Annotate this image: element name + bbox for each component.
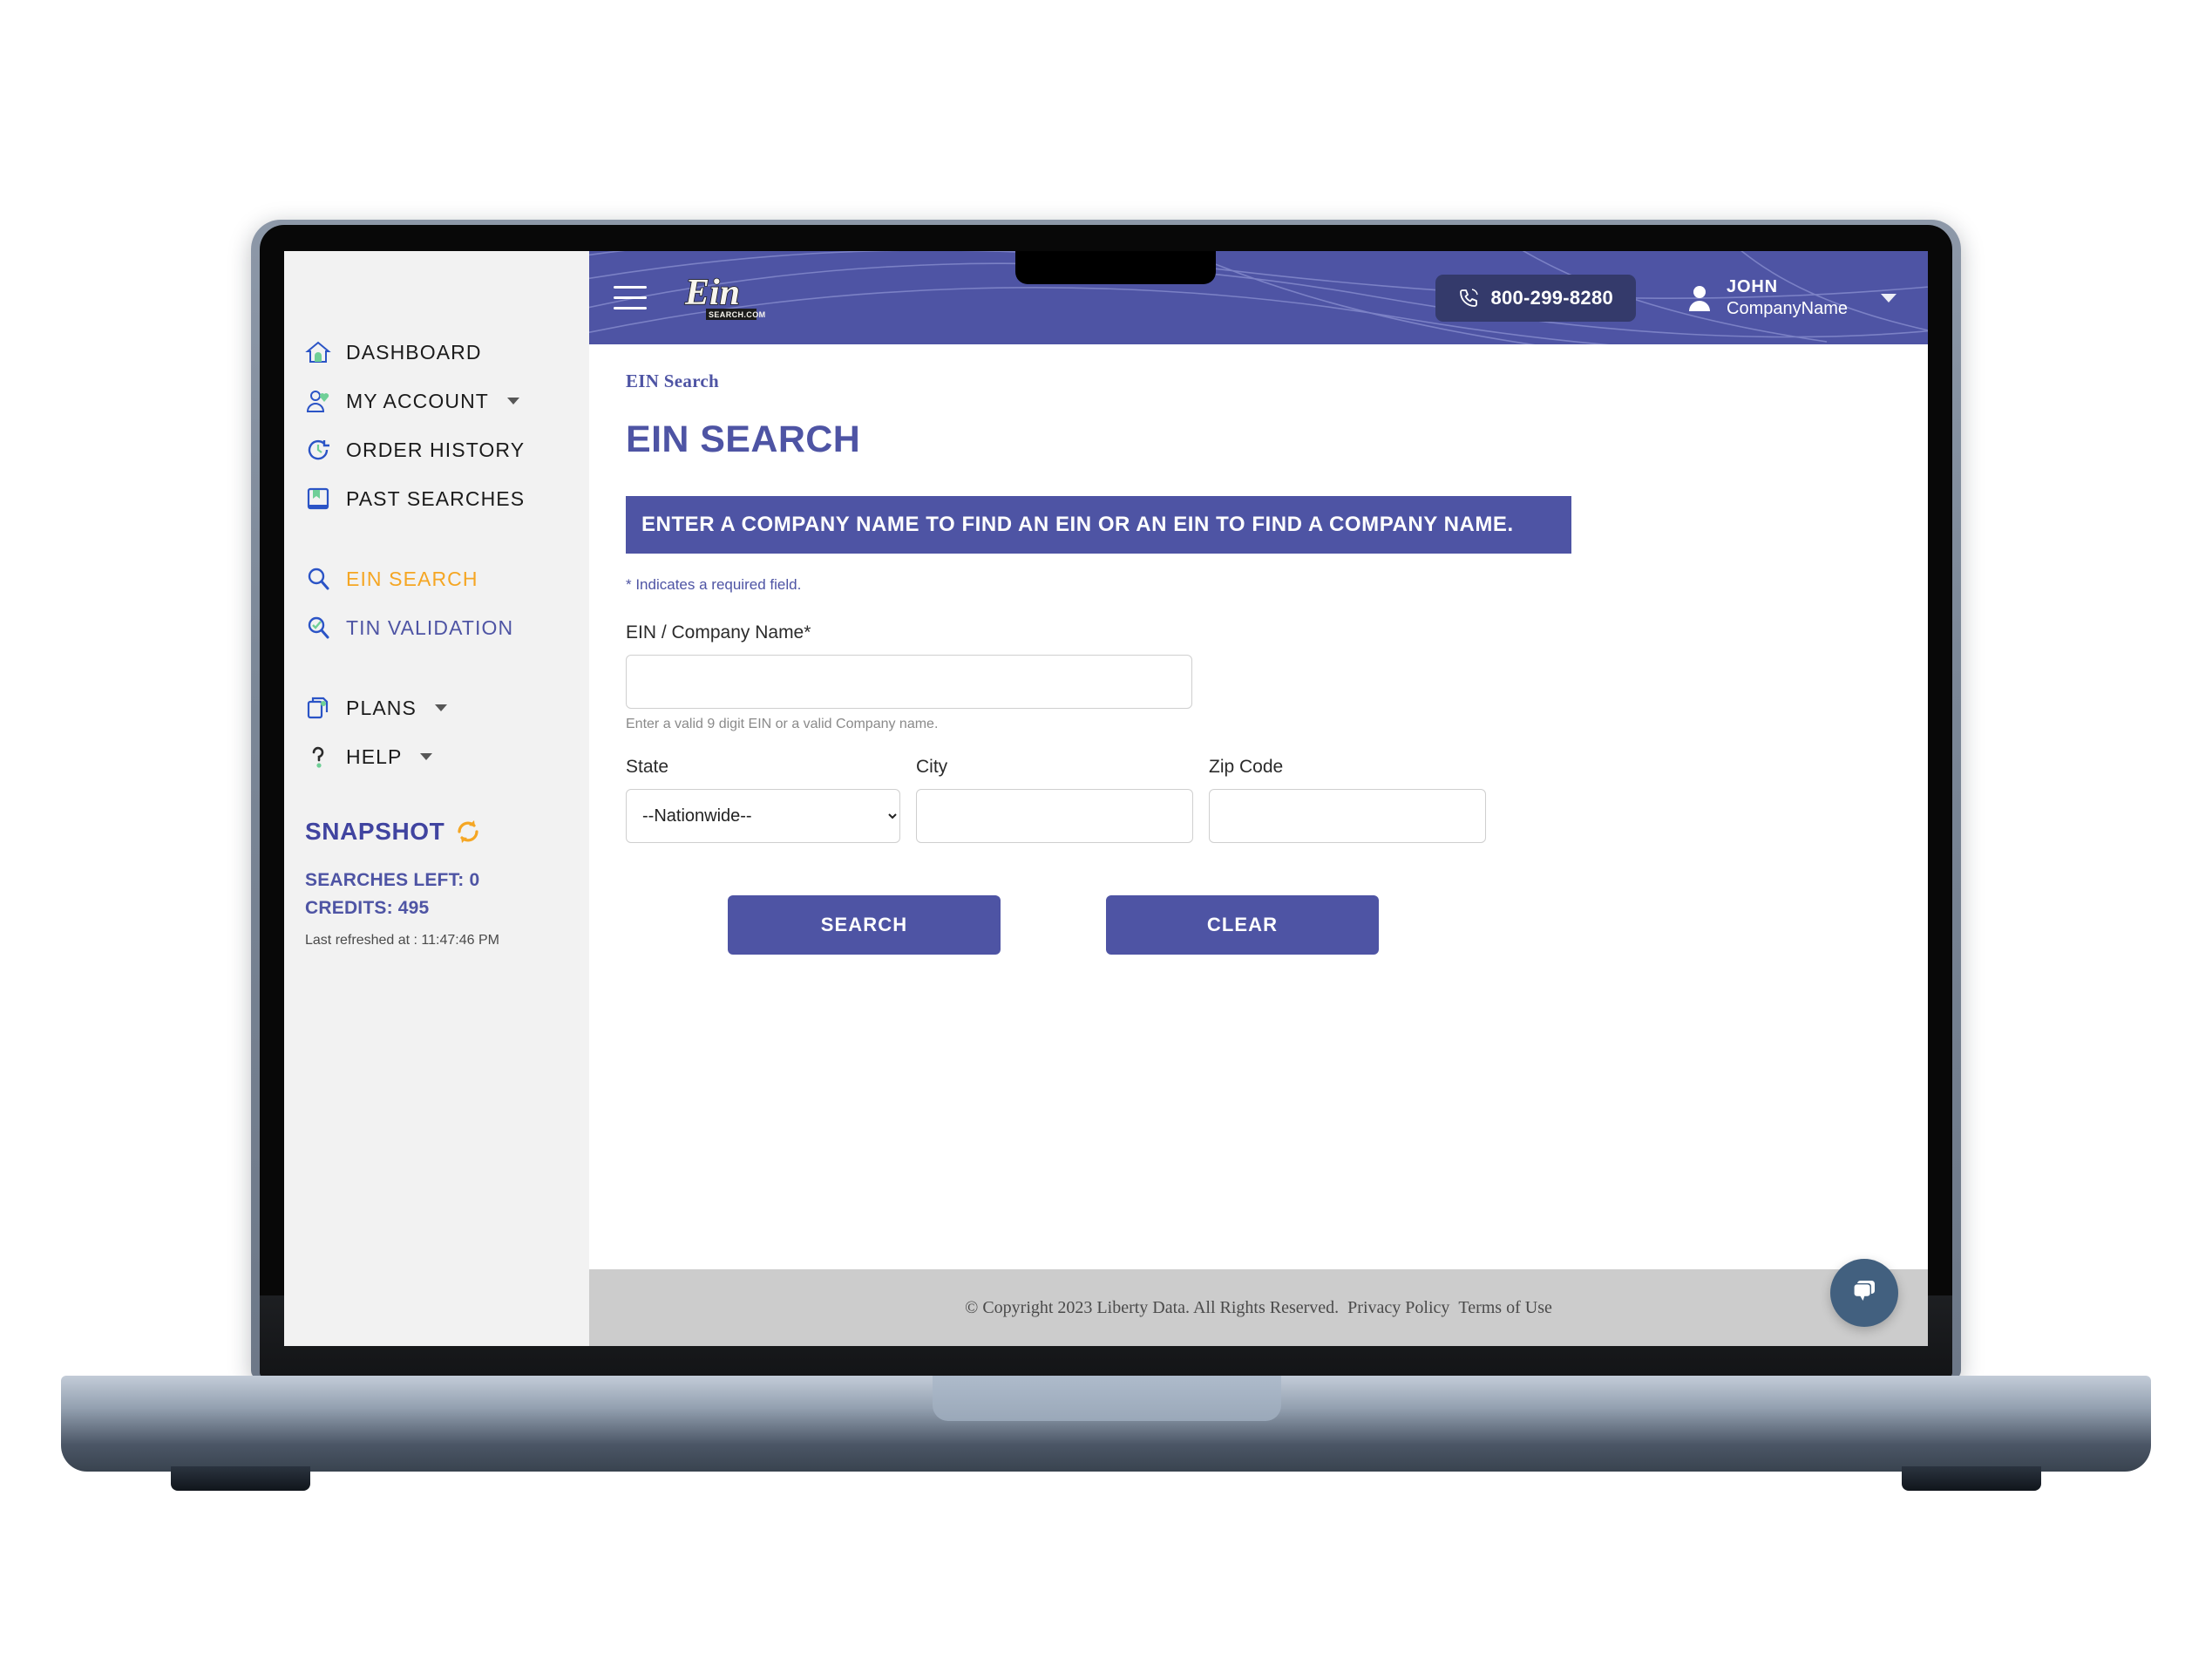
home-icon bbox=[305, 339, 331, 365]
privacy-policy-link[interactable]: Privacy Policy bbox=[1347, 1298, 1449, 1318]
chat-bubble-icon bbox=[1853, 1281, 1875, 1301]
searches-left-value: SEARCHES LEFT: 0 bbox=[305, 870, 480, 890]
sidebar-item-label: DASHBOARD bbox=[346, 340, 482, 364]
state-label: State bbox=[626, 757, 669, 777]
sidebar-item-tin-validation[interactable]: TIN VALIDATION bbox=[284, 603, 589, 652]
svg-text:Ein: Ein bbox=[684, 273, 740, 313]
refresh-icon[interactable] bbox=[455, 819, 481, 845]
app-page: DASHBOARD MY ACCOUNT ORDER HISTORY PAST … bbox=[284, 251, 1928, 1346]
top-header: Ein SEARCH.COM 800-299-8280 JOHN Company… bbox=[589, 251, 1928, 344]
ein-company-hint: Enter a valid 9 digit EIN or a valid Com… bbox=[626, 717, 939, 731]
city-input[interactable] bbox=[916, 789, 1193, 843]
sidebar-item-label: ORDER HISTORY bbox=[346, 438, 526, 461]
documents-icon bbox=[305, 695, 331, 721]
sidebar-item-label: EIN SEARCH bbox=[346, 567, 478, 590]
snapshot-header: SNAPSHOT bbox=[305, 818, 589, 846]
magnifier-check-icon bbox=[305, 615, 331, 641]
user-text-block: JOHN CompanyName bbox=[1727, 276, 1848, 319]
phone-icon bbox=[1458, 287, 1480, 309]
credits-value: CREDITS: 495 bbox=[305, 898, 430, 918]
user-name: JOHN bbox=[1727, 277, 1778, 297]
question-mark-icon bbox=[305, 744, 331, 770]
search-button[interactable]: SEARCH bbox=[728, 895, 1001, 955]
sidebar: DASHBOARD MY ACCOUNT ORDER HISTORY PAST … bbox=[284, 251, 589, 1346]
clear-button[interactable]: CLEAR bbox=[1106, 895, 1379, 955]
phone-button[interactable]: 800-299-8280 bbox=[1435, 274, 1637, 322]
person-icon bbox=[1686, 284, 1713, 312]
zip-label: Zip Code bbox=[1209, 757, 1284, 777]
history-clock-icon bbox=[305, 437, 331, 463]
sidebar-item-past-searches[interactable]: PAST SEARCHES bbox=[284, 474, 589, 523]
copyright-text: © Copyright 2023 Liberty Data. All Right… bbox=[965, 1297, 1340, 1317]
zip-field-group: Zip Code bbox=[1209, 757, 1486, 843]
sidebar-divider-gap bbox=[284, 523, 589, 554]
book-icon bbox=[305, 486, 331, 512]
user-account-icon bbox=[305, 388, 331, 414]
chevron-down-icon[interactable] bbox=[1881, 293, 1896, 303]
laptop-foot-right bbox=[1902, 1466, 2041, 1491]
header-right-group: 800-299-8280 JOHN CompanyName bbox=[1435, 274, 1928, 322]
location-filters-row: State --Nationwide-- City Zip Code bbox=[626, 757, 1891, 843]
sidebar-item-label: PAST SEARCHES bbox=[346, 486, 526, 510]
terms-of-use-link[interactable]: Terms of Use bbox=[1458, 1298, 1551, 1318]
ein-search-logo[interactable]: Ein SEARCH.COM bbox=[680, 269, 774, 327]
sidebar-divider-gap-2 bbox=[284, 652, 589, 683]
user-company: CompanyName bbox=[1727, 298, 1848, 318]
chevron-down-icon[interactable] bbox=[434, 704, 447, 711]
sidebar-item-label: MY ACCOUNT bbox=[346, 389, 489, 412]
sidebar-item-order-history[interactable]: ORDER HISTORY bbox=[284, 425, 589, 474]
city-field-group: City bbox=[916, 757, 1193, 843]
laptop-screen: DASHBOARD MY ACCOUNT ORDER HISTORY PAST … bbox=[284, 251, 1928, 1346]
page-title: EIN SEARCH bbox=[626, 418, 861, 460]
page-footer: © Copyright 2023 Liberty Data. All Right… bbox=[589, 1269, 1928, 1346]
sidebar-item-label: TIN VALIDATION bbox=[346, 615, 514, 639]
required-field-note: * Indicates a required field. bbox=[626, 576, 802, 593]
zip-input[interactable] bbox=[1209, 789, 1486, 843]
magnifier-icon bbox=[305, 566, 331, 592]
instruction-banner: ENTER A COMPANY NAME TO FIND AN EIN OR A… bbox=[626, 496, 1571, 554]
form-actions: SEARCH CLEAR bbox=[728, 895, 1891, 955]
snapshot-title: SNAPSHOT bbox=[305, 818, 445, 845]
chat-widget-button[interactable] bbox=[1830, 1259, 1898, 1327]
snapshot-panel: SNAPSHOT SEARCHES LEFT: 0 CREDITS: 495 L… bbox=[284, 781, 589, 948]
svg-text:SEARCH.COM: SEARCH.COM bbox=[709, 310, 766, 319]
ein-company-input[interactable] bbox=[626, 655, 1192, 709]
main-area: Ein SEARCH.COM 800-299-8280 JOHN Company… bbox=[589, 251, 1928, 1346]
sidebar-item-help[interactable]: HELP bbox=[284, 732, 589, 781]
sidebar-item-my-account[interactable]: MY ACCOUNT bbox=[284, 377, 589, 425]
ein-company-label: EIN / Company Name* bbox=[626, 622, 811, 643]
sidebar-item-dashboard[interactable]: DASHBOARD bbox=[284, 328, 589, 377]
sidebar-item-label: HELP bbox=[346, 745, 403, 768]
last-refreshed-text: Last refreshed at : 11:47:46 PM bbox=[305, 933, 499, 948]
chevron-down-icon[interactable] bbox=[420, 753, 433, 760]
sidebar-item-ein-search[interactable]: EIN SEARCH bbox=[284, 554, 589, 603]
chevron-down-icon[interactable] bbox=[506, 398, 519, 405]
city-label: City bbox=[916, 757, 948, 777]
laptop-mockup: DASHBOARD MY ACCOUNT ORDER HISTORY PAST … bbox=[0, 0, 2212, 1659]
user-menu[interactable]: JOHN CompanyName bbox=[1686, 276, 1896, 319]
sidebar-item-label: PLANS bbox=[346, 696, 417, 719]
phone-number: 800-299-8280 bbox=[1490, 286, 1614, 309]
state-field-group: State --Nationwide-- bbox=[626, 757, 900, 843]
page-content: EIN Search EIN SEARCH ENTER A COMPANY NA… bbox=[589, 344, 1928, 1269]
hamburger-menu-icon[interactable] bbox=[614, 286, 647, 309]
breadcrumb[interactable]: EIN Search bbox=[626, 371, 1891, 392]
screen-notch bbox=[1015, 251, 1216, 284]
state-select[interactable]: --Nationwide-- bbox=[626, 789, 900, 843]
sidebar-item-plans[interactable]: PLANS bbox=[284, 683, 589, 732]
laptop-base-notch bbox=[933, 1376, 1281, 1421]
laptop-foot-left bbox=[171, 1466, 310, 1491]
